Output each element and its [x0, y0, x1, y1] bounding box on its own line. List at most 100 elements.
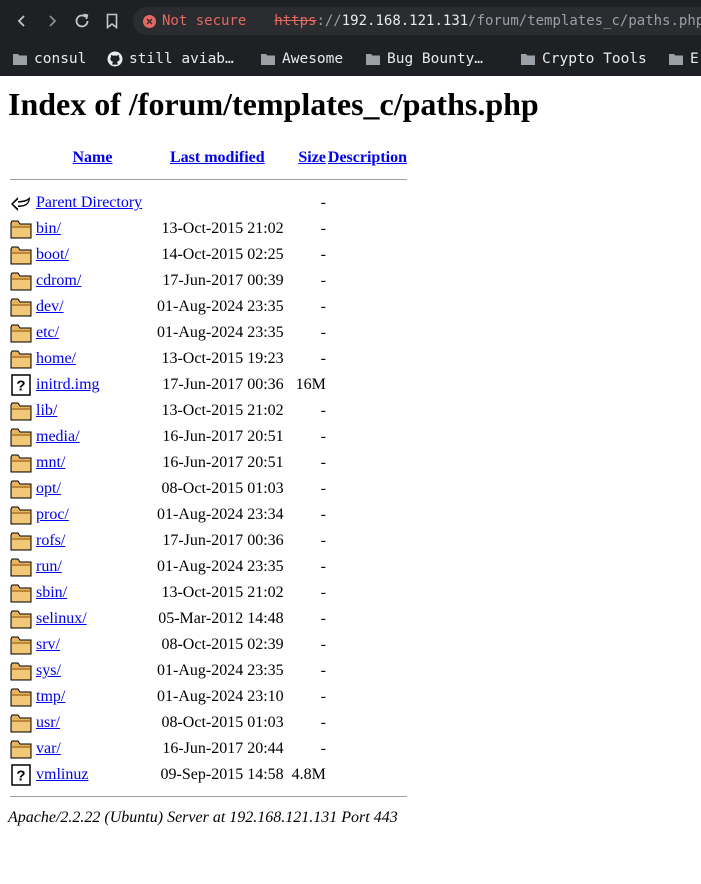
- row-size-cell: -: [320, 454, 326, 471]
- row-icon-cell: [10, 243, 34, 267]
- row-description-cell: [328, 295, 407, 319]
- row-description-cell: [328, 659, 407, 683]
- entry-link[interactable]: dev/: [36, 298, 64, 315]
- row-description-cell: [328, 425, 407, 449]
- row-description-cell: [328, 711, 407, 735]
- row-modified-cell: 16-Jun-2017 20:51: [162, 454, 284, 471]
- folder-icon: [10, 428, 32, 447]
- header-row: Name Last modified Size Description: [10, 147, 408, 169]
- row-modified-cell: 17-Jun-2017 00:39: [162, 272, 284, 289]
- row-name-cell: initrd.img: [36, 373, 149, 397]
- row-name-cell: boot/: [36, 243, 149, 267]
- row-description-cell: [328, 555, 407, 579]
- url-path: /forum/templates_c/paths.php/: [468, 13, 701, 29]
- bookmark-item[interactable]: still aviab…: [107, 47, 234, 71]
- listing-body: Parent Directory - bin/13-Oct-2015 21:02…: [10, 191, 407, 787]
- row-modified-cell: 09-Sep-2015 14:58: [160, 766, 284, 783]
- parent-directory-link[interactable]: Parent Directory: [36, 194, 142, 211]
- entry-link[interactable]: media/: [36, 428, 80, 445]
- entry-link[interactable]: sys/: [36, 662, 61, 679]
- row-description-cell: [328, 477, 407, 501]
- entry-link[interactable]: run/: [36, 558, 62, 575]
- entry-link[interactable]: usr/: [36, 714, 60, 731]
- entry-link[interactable]: boot/: [36, 246, 69, 263]
- sort-by-name-link[interactable]: Name: [73, 149, 113, 166]
- sort-by-size-link[interactable]: Size: [298, 149, 326, 166]
- entry-link[interactable]: sbin/: [36, 584, 67, 601]
- reload-button[interactable]: [67, 6, 97, 36]
- table-row: proc/01-Aug-2024 23:34 -: [10, 503, 407, 527]
- bookmark-item[interactable]: Awesome: [260, 47, 343, 71]
- back-button[interactable]: [7, 6, 37, 36]
- row-modified-cell: 01-Aug-2024 23:35: [157, 558, 284, 575]
- row-size-cell: -: [320, 636, 326, 653]
- forward-button[interactable]: [37, 6, 67, 36]
- entry-link[interactable]: srv/: [36, 636, 60, 653]
- svg-text:?: ?: [16, 378, 25, 395]
- reload-icon: [75, 13, 89, 28]
- size-column-header[interactable]: Size: [286, 147, 326, 169]
- page-content: Index of /forum/templates_c/paths.php Na…: [0, 86, 701, 827]
- entry-link[interactable]: lib/: [36, 402, 57, 419]
- entry-link[interactable]: tmp/: [36, 688, 65, 705]
- entry-link[interactable]: mnt/: [36, 454, 65, 471]
- entry-link[interactable]: bin/: [36, 220, 61, 237]
- modified-column-header[interactable]: Last modified: [151, 147, 284, 169]
- forward-arrow-icon: [49, 15, 57, 27]
- row-name-cell: etc/: [36, 321, 149, 345]
- back-arrow-icon: [11, 197, 30, 211]
- entry-link[interactable]: etc/: [36, 324, 59, 341]
- row-icon-cell: [10, 711, 34, 735]
- folder-icon: [365, 52, 381, 66]
- row-icon-cell: [10, 633, 34, 657]
- sort-by-modified-link[interactable]: Last modified: [170, 149, 265, 166]
- bookmark-item[interactable]: consul: [12, 47, 86, 71]
- folder-icon: [10, 688, 32, 707]
- sort-by-description-link[interactable]: Description: [328, 149, 407, 166]
- name-column-header[interactable]: Name: [36, 147, 149, 169]
- entry-link[interactable]: proc/: [36, 506, 69, 523]
- bookmark-item[interactable]: E: [668, 47, 699, 71]
- entry-link[interactable]: selinux/: [36, 610, 87, 627]
- row-name-cell: home/: [36, 347, 149, 371]
- entry-link[interactable]: rofs/: [36, 532, 65, 549]
- row-modified-cell: 13-Oct-2015 21:02: [161, 402, 284, 419]
- entry-link[interactable]: initrd.img: [36, 376, 100, 393]
- row-size-cell: -: [320, 428, 326, 445]
- unknown-file-icon: ?: [11, 374, 31, 396]
- divider: [10, 795, 407, 797]
- bookmark-label: Crypto Tools: [542, 51, 647, 67]
- browser-chrome: Not secure https://192.168.121.131/forum…: [0, 0, 701, 76]
- folder-icon: [10, 220, 32, 239]
- table-row: rofs/17-Jun-2017 00:36 -: [10, 529, 407, 553]
- address-bar[interactable]: Not secure https://192.168.121.131/forum…: [133, 7, 701, 35]
- folder-icon: [260, 52, 276, 66]
- folder-icon: [261, 54, 275, 65]
- header-rule-row: [10, 171, 407, 181]
- folder-icon: [10, 610, 32, 629]
- folder-icon: [10, 506, 32, 525]
- description-column-header[interactable]: Description: [328, 147, 407, 169]
- row-name-cell: mnt/: [36, 451, 149, 475]
- parent-description-cell: [328, 191, 407, 215]
- entry-link[interactable]: opt/: [36, 480, 61, 497]
- table-row: lib/13-Oct-2015 21:02 -: [10, 399, 407, 423]
- row-icon-cell: [10, 737, 34, 761]
- row-size-cell: 4.8M: [291, 766, 326, 783]
- parent-name-cell: Parent Directory: [36, 191, 149, 215]
- not-secure-label[interactable]: Not secure: [162, 13, 246, 29]
- bookmark-label: Bug Bounty…: [387, 51, 484, 67]
- row-description-cell: [328, 373, 407, 397]
- bookmark-item[interactable]: Crypto Tools: [520, 47, 647, 71]
- entry-link[interactable]: var/: [36, 740, 61, 757]
- entry-link[interactable]: vmlinuz: [36, 766, 88, 783]
- bookmark-button[interactable]: [97, 6, 127, 36]
- row-description-cell: [328, 529, 407, 553]
- row-icon-cell: [10, 659, 34, 683]
- folder-icon: [10, 454, 32, 473]
- row-icon-cell: [10, 425, 34, 449]
- row-name-cell: lib/: [36, 399, 149, 423]
- bookmark-item[interactable]: Bug Bounty…: [365, 47, 483, 71]
- entry-link[interactable]: cdrom/: [36, 272, 81, 289]
- entry-link[interactable]: home/: [36, 350, 76, 367]
